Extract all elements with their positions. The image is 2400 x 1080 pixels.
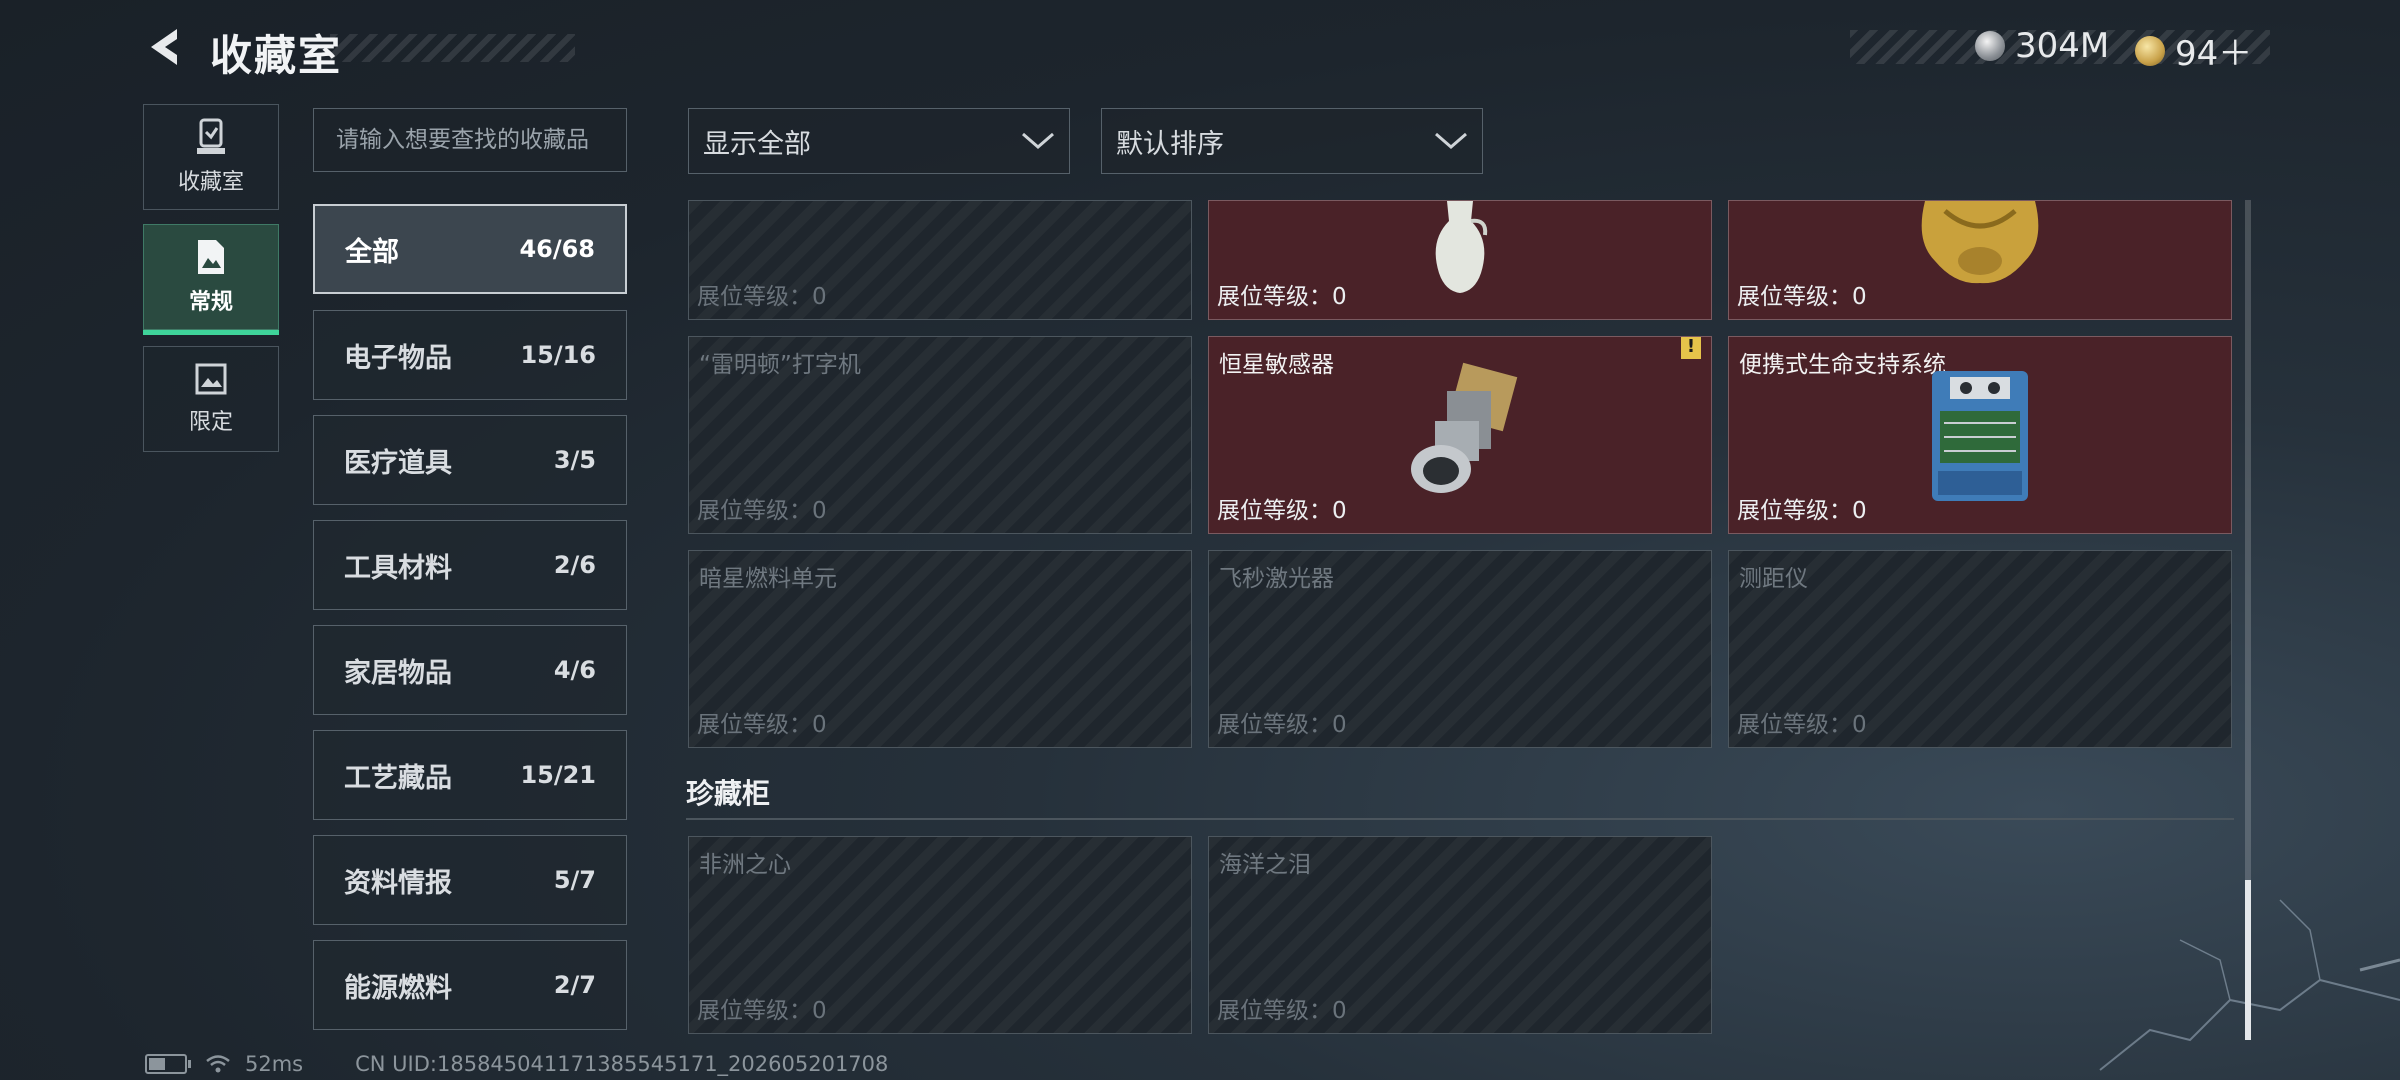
item-name: 恒星敏感器 — [1219, 352, 1334, 378]
collection-card[interactable]: 展位等级：0 — [1728, 200, 2232, 320]
booth-level: 展位等级：0 — [1217, 498, 1347, 524]
collection-grid: 展位等级：0 展位等级：0 展位等级：0 “雷明顿”打字机 展位等级：0 恒星敏… — [686, 200, 2234, 1040]
section-divider — [686, 818, 2234, 820]
display-filter-value: 显示全部 — [703, 128, 811, 160]
category-crafts[interactable]: 工艺藏品 15/21 — [313, 730, 627, 820]
display-filter-dropdown[interactable]: 显示全部 — [688, 108, 1070, 174]
wifi-icon — [206, 1055, 230, 1073]
uid-text: CN UID:1858450411713855451​71_2026052017… — [355, 1052, 889, 1076]
latency-text: 52ms — [245, 1052, 304, 1076]
booth-level: 展位等级：0 — [1217, 712, 1347, 738]
search-input[interactable] — [313, 108, 627, 172]
category-count: 2/6 — [553, 551, 596, 579]
chevron-down-icon — [1435, 132, 1467, 149]
category-electronics[interactable]: 电子物品 15/16 — [313, 310, 627, 400]
picture-icon — [195, 363, 227, 395]
chevron-down-icon — [1022, 132, 1054, 149]
battery-icon — [145, 1054, 191, 1074]
currency-gold-value: 94＋ — [2175, 34, 2253, 74]
back-arrow-icon — [151, 29, 177, 65]
booth-level: 展位等级：0 — [1217, 998, 1347, 1024]
star-sensor-item-image — [1411, 362, 1518, 493]
category-count: 3/5 — [553, 446, 596, 474]
booth-level: 展位等级：0 — [697, 998, 827, 1024]
page-title: 收藏室 — [210, 31, 343, 80]
warning-icon: ! — [1681, 337, 1701, 359]
collection-card[interactable]: 暗星燃料单元 展位等级：0 — [688, 550, 1192, 748]
item-name: 测距仪 — [1739, 566, 1808, 592]
mode-tab-label: 常规 — [188, 290, 233, 315]
booth-level: 展位等级：0 — [1737, 712, 1867, 738]
section-title: 珍藏柜 — [686, 777, 771, 810]
booth-level: 展位等级：0 — [1737, 498, 1867, 524]
booth-level: 展位等级：0 — [1737, 284, 1867, 310]
booth-level: 展位等级：0 — [697, 712, 827, 738]
treasure-card[interactable]: 非洲之心 展位等级：0 — [688, 836, 1192, 1034]
category-intel[interactable]: 资料情报 5/7 — [313, 835, 627, 925]
category-name: 电子物品 — [344, 342, 452, 374]
category-name: 家居物品 — [344, 657, 452, 689]
mode-tab-label: 限定 — [188, 410, 233, 435]
category-household[interactable]: 家居物品 4/6 — [313, 625, 627, 715]
category-count: 46/68 — [519, 235, 595, 263]
category-medical[interactable]: 医疗道具 3/5 — [313, 415, 627, 505]
back-button[interactable] — [140, 22, 190, 72]
title-stripe-decoration — [330, 34, 575, 62]
status-bar: 52ms CN UID:1858450411713855451​71_20260… — [145, 1052, 888, 1076]
gold-triangle-coin-icon — [2135, 35, 2165, 66]
sort-dropdown[interactable]: 默认排序 — [1101, 108, 1483, 174]
sort-value: 默认排序 — [1116, 128, 1224, 160]
category-count: 15/21 — [520, 761, 596, 789]
booth-level: 展位等级：0 — [697, 498, 827, 524]
collection-card[interactable]: 展位等级：0 — [1208, 200, 1712, 320]
item-name: 海洋之泪 — [1219, 852, 1311, 878]
vase-item-image — [1435, 201, 1488, 293]
currency-silver-value: 304M — [2015, 26, 2110, 66]
mode-tab-limited[interactable]: 限定 — [143, 346, 279, 452]
item-name: 暗星燃料单元 — [699, 566, 837, 592]
collection-card[interactable]: 便携式生命支持系统 展位等级：0 — [1728, 336, 2232, 534]
item-name: 非洲之心 — [699, 852, 791, 878]
category-count: 2/7 — [553, 971, 596, 999]
category-name: 全部 — [345, 236, 399, 268]
mode-tab-collection[interactable]: 收藏室 — [143, 104, 279, 210]
trophy-icon — [197, 118, 225, 154]
category-tools[interactable]: 工具材料 2/6 — [313, 520, 627, 610]
document-icon — [198, 240, 224, 274]
collection-card[interactable]: 展位等级：0 — [688, 200, 1192, 320]
treasure-card[interactable]: 海洋之泪 展位等级：0 — [1208, 836, 1712, 1034]
mode-tab-label: 收藏室 — [177, 170, 244, 195]
category-fuel[interactable]: 能源燃料 2/7 — [313, 940, 627, 1030]
item-name: “雷明顿”打字机 — [699, 352, 861, 378]
category-name: 资料情报 — [344, 867, 452, 899]
category-count: 5/7 — [553, 866, 596, 894]
currency-gold[interactable]: 94＋ — [2135, 26, 2252, 75]
currency-silver: 304M — [1975, 26, 2109, 66]
gold-statue-item-image — [1921, 201, 2039, 284]
scrollbar-thumb[interactable] — [2245, 880, 2251, 1040]
category-name: 能源燃料 — [344, 972, 452, 1004]
collection-card[interactable]: 飞秒激光器 展位等级：0 — [1208, 550, 1712, 748]
category-name: 工具材料 — [344, 552, 452, 584]
booth-level: 展位等级：0 — [1217, 284, 1347, 310]
category-count: 4/6 — [553, 656, 596, 684]
collection-card[interactable]: “雷明顿”打字机 展位等级：0 — [688, 336, 1192, 534]
category-name: 工艺藏品 — [344, 762, 452, 794]
collection-card[interactable]: 测距仪 展位等级：0 — [1728, 550, 2232, 748]
category-name: 医疗道具 — [344, 447, 452, 479]
category-all[interactable]: 全部 46/68 — [313, 204, 627, 294]
grid-scrollbar[interactable] — [2245, 200, 2251, 1040]
silver-coin-icon — [1975, 31, 2005, 61]
booth-level: 展位等级：0 — [697, 284, 827, 310]
life-support-item-image — [1932, 371, 2028, 501]
mode-tab-regular[interactable]: 常规 — [143, 224, 279, 335]
item-name: 飞秒激光器 — [1219, 566, 1334, 592]
category-count: 15/16 — [520, 341, 596, 369]
collection-card[interactable]: 恒星敏感器 ! 展位等级：0 — [1208, 336, 1712, 534]
